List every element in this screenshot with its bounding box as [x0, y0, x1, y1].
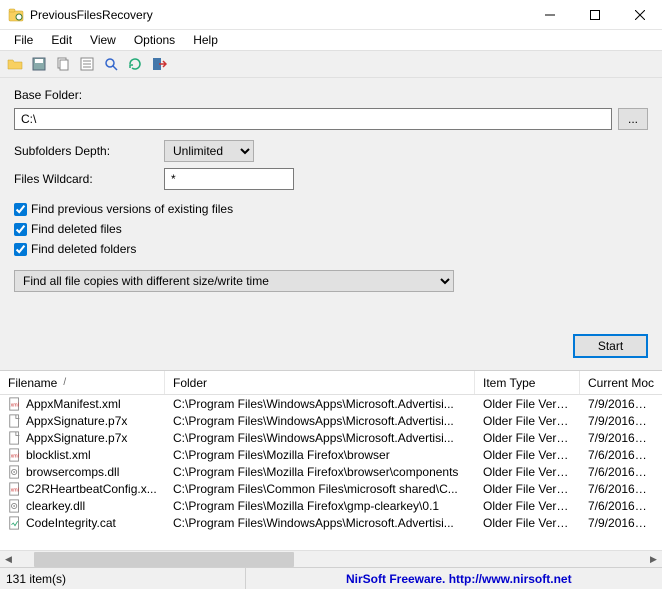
maximize-button[interactable]	[572, 0, 617, 30]
options-panel: Base Folder: ... Subfolders Depth: Unlim…	[0, 78, 662, 370]
status-count: 131 item(s)	[6, 568, 246, 589]
scroll-right-icon[interactable]: ▶	[645, 551, 662, 568]
cell-type: Older File Version	[475, 448, 580, 462]
table-row[interactable]: AppxSignature.p7xC:\Program Files\Window…	[0, 429, 662, 446]
menu-file[interactable]: File	[6, 31, 41, 49]
find-icon[interactable]	[102, 55, 120, 73]
cell-date: 7/6/2016 11:	[580, 499, 655, 513]
subfolders-depth-label: Subfolders Depth:	[14, 144, 164, 158]
cell-date: 7/9/2016 1:1	[580, 431, 655, 445]
horizontal-scrollbar[interactable]: ◀ ▶	[0, 550, 662, 567]
menubar: File Edit View Options Help	[0, 30, 662, 50]
cell-folder: C:\Program Files\WindowsApps\Microsoft.A…	[165, 516, 475, 530]
checkbox-deleted-files-label: Find deleted files	[31, 222, 122, 236]
browse-button[interactable]: ...	[618, 108, 648, 130]
save-icon[interactable]	[30, 55, 48, 73]
files-wildcard-input[interactable]	[164, 168, 294, 190]
titlebar: PreviousFilesRecovery	[0, 0, 662, 30]
subfolders-depth-select[interactable]: Unlimited	[164, 140, 254, 162]
cell-type: Older File Version	[475, 414, 580, 428]
cell-type: Older File Version	[475, 431, 580, 445]
table-header: Filename/ Folder Item Type Current Moc	[0, 371, 662, 395]
table-row[interactable]: xmlC2RHeartbeatConfig.x...C:\Program Fil…	[0, 480, 662, 497]
cell-filename: browsercomps.dll	[0, 465, 165, 479]
svg-text:xml: xml	[11, 487, 19, 493]
cell-filename: clearkey.dll	[0, 499, 165, 513]
menu-view[interactable]: View	[82, 31, 124, 49]
svg-text:xml: xml	[11, 453, 19, 459]
cell-folder: C:\Program Files\Mozilla Firefox\browser	[165, 448, 475, 462]
cell-folder: C:\Program Files\Mozilla Firefox\browser…	[165, 465, 475, 479]
open-icon[interactable]	[6, 55, 24, 73]
checkbox-deleted-folders-label: Find deleted folders	[31, 242, 136, 256]
cell-folder: C:\Program Files\WindowsApps\Microsoft.A…	[165, 414, 475, 428]
scroll-thumb[interactable]	[34, 552, 294, 567]
cell-filename: AppxSignature.p7x	[0, 431, 165, 445]
column-item-type[interactable]: Item Type	[475, 371, 580, 394]
base-folder-label: Base Folder:	[14, 88, 164, 102]
cell-filename: xmlblocklist.xml	[0, 448, 165, 462]
svg-text:xml: xml	[11, 402, 19, 408]
close-button[interactable]	[617, 0, 662, 30]
cell-type: Older File Version	[475, 465, 580, 479]
properties-icon[interactable]	[78, 55, 96, 73]
cell-date: 7/6/2016 11:	[580, 465, 655, 479]
table-row[interactable]: xmlblocklist.xmlC:\Program Files\Mozilla…	[0, 446, 662, 463]
checkbox-prev-versions-label: Find previous versions of existing files	[31, 202, 233, 216]
column-folder[interactable]: Folder	[165, 371, 475, 394]
table-row[interactable]: CodeIntegrity.catC:\Program Files\Window…	[0, 514, 662, 531]
cell-date: 7/9/2016 1:1	[580, 397, 655, 411]
table-row[interactable]: browsercomps.dllC:\Program Files\Mozilla…	[0, 463, 662, 480]
menu-help[interactable]: Help	[185, 31, 226, 49]
checkbox-deleted-folders[interactable]	[14, 243, 27, 256]
results-table: Filename/ Folder Item Type Current Moc x…	[0, 370, 662, 567]
cell-type: Older File Version	[475, 499, 580, 513]
menu-edit[interactable]: Edit	[43, 31, 80, 49]
toolbar	[0, 50, 662, 78]
cell-date: 7/9/2016 1:1	[580, 414, 655, 428]
cell-date: 7/9/2016 1:1	[580, 516, 655, 530]
cell-filename: CodeIntegrity.cat	[0, 516, 165, 530]
cell-date: 7/6/2016 11:	[580, 448, 655, 462]
window-title: PreviousFilesRecovery	[30, 8, 527, 22]
status-credit: NirSoft Freeware. http://www.nirsoft.net	[246, 572, 656, 586]
table-body[interactable]: xmlAppxManifest.xmlC:\Program Files\Wind…	[0, 395, 662, 550]
column-current-mod[interactable]: Current Moc	[580, 371, 655, 394]
minimize-button[interactable]	[527, 0, 572, 30]
exit-icon[interactable]	[150, 55, 168, 73]
cell-filename: xmlC2RHeartbeatConfig.x...	[0, 482, 165, 496]
column-filename[interactable]: Filename/	[0, 371, 165, 394]
base-folder-input[interactable]	[14, 108, 612, 130]
cell-type: Older File Version	[475, 516, 580, 530]
cell-folder: C:\Program Files\WindowsApps\Microsoft.A…	[165, 431, 475, 445]
cell-folder: C:\Program Files\Mozilla Firefox\gmp-cle…	[165, 499, 475, 513]
cell-folder: C:\Program Files\WindowsApps\Microsoft.A…	[165, 397, 475, 411]
copy-icon[interactable]	[54, 55, 72, 73]
start-button[interactable]: Start	[573, 334, 648, 358]
app-icon	[8, 7, 24, 23]
table-row[interactable]: AppxSignature.p7xC:\Program Files\Window…	[0, 412, 662, 429]
cell-date: 7/6/2016 3:3	[580, 482, 655, 496]
checkbox-prev-versions[interactable]	[14, 203, 27, 216]
cell-type: Older File Version	[475, 482, 580, 496]
table-row[interactable]: xmlAppxManifest.xmlC:\Program Files\Wind…	[0, 395, 662, 412]
menu-options[interactable]: Options	[126, 31, 183, 49]
checkbox-deleted-files[interactable]	[14, 223, 27, 236]
cell-filename: xmlAppxManifest.xml	[0, 397, 165, 411]
statusbar: 131 item(s) NirSoft Freeware. http://www…	[0, 567, 662, 589]
sort-indicator: /	[63, 377, 66, 388]
cell-folder: C:\Program Files\Common Files\microsoft …	[165, 482, 475, 496]
cell-type: Older File Version	[475, 397, 580, 411]
find-mode-select[interactable]: Find all file copies with different size…	[14, 270, 454, 292]
refresh-icon[interactable]	[126, 55, 144, 73]
cell-filename: AppxSignature.p7x	[0, 414, 165, 428]
table-row[interactable]: clearkey.dllC:\Program Files\Mozilla Fir…	[0, 497, 662, 514]
files-wildcard-label: Files Wildcard:	[14, 172, 164, 186]
scroll-left-icon[interactable]: ◀	[0, 551, 17, 568]
